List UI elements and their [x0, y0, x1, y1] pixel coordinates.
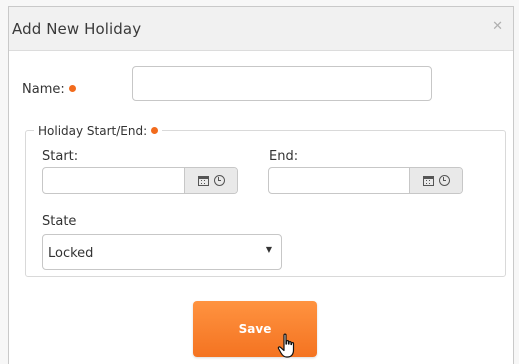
close-icon[interactable]: ✕ [492, 19, 503, 34]
add-holiday-dialog: Add New Holiday ✕ Name: Holiday Start/En… [8, 6, 514, 364]
name-label: Name: [22, 82, 76, 97]
end-datetime-field [268, 167, 463, 195]
state-selected-value: Locked [48, 246, 94, 261]
clock-icon[interactable] [438, 175, 450, 186]
end-picker-addon [409, 168, 462, 193]
name-input[interactable] [132, 66, 432, 101]
calendar-icon[interactable] [422, 175, 434, 186]
start-picker-addon [184, 168, 237, 193]
state-label: State [42, 214, 77, 229]
calendar-icon[interactable] [197, 175, 209, 186]
dialog-header: Add New Holiday ✕ [9, 7, 513, 51]
state-select[interactable]: Locked ▼ [42, 234, 282, 270]
start-date-input[interactable] [43, 168, 187, 195]
name-label-text: Name: [22, 82, 65, 97]
required-indicator [151, 127, 159, 134]
end-label: End: [269, 149, 299, 164]
start-datetime-field [42, 167, 238, 195]
end-date-input[interactable] [269, 168, 413, 195]
hand-cursor-icon [277, 333, 295, 358]
start-label: Start: [42, 149, 79, 164]
chevron-down-icon: ▼ [265, 245, 272, 254]
holiday-group-label: Holiday Start/End: [38, 124, 148, 138]
dialog-title: Add New Holiday [12, 20, 142, 38]
required-indicator [68, 85, 76, 92]
holiday-group-legend: Holiday Start/End: [34, 124, 163, 138]
clock-icon[interactable] [213, 175, 225, 186]
